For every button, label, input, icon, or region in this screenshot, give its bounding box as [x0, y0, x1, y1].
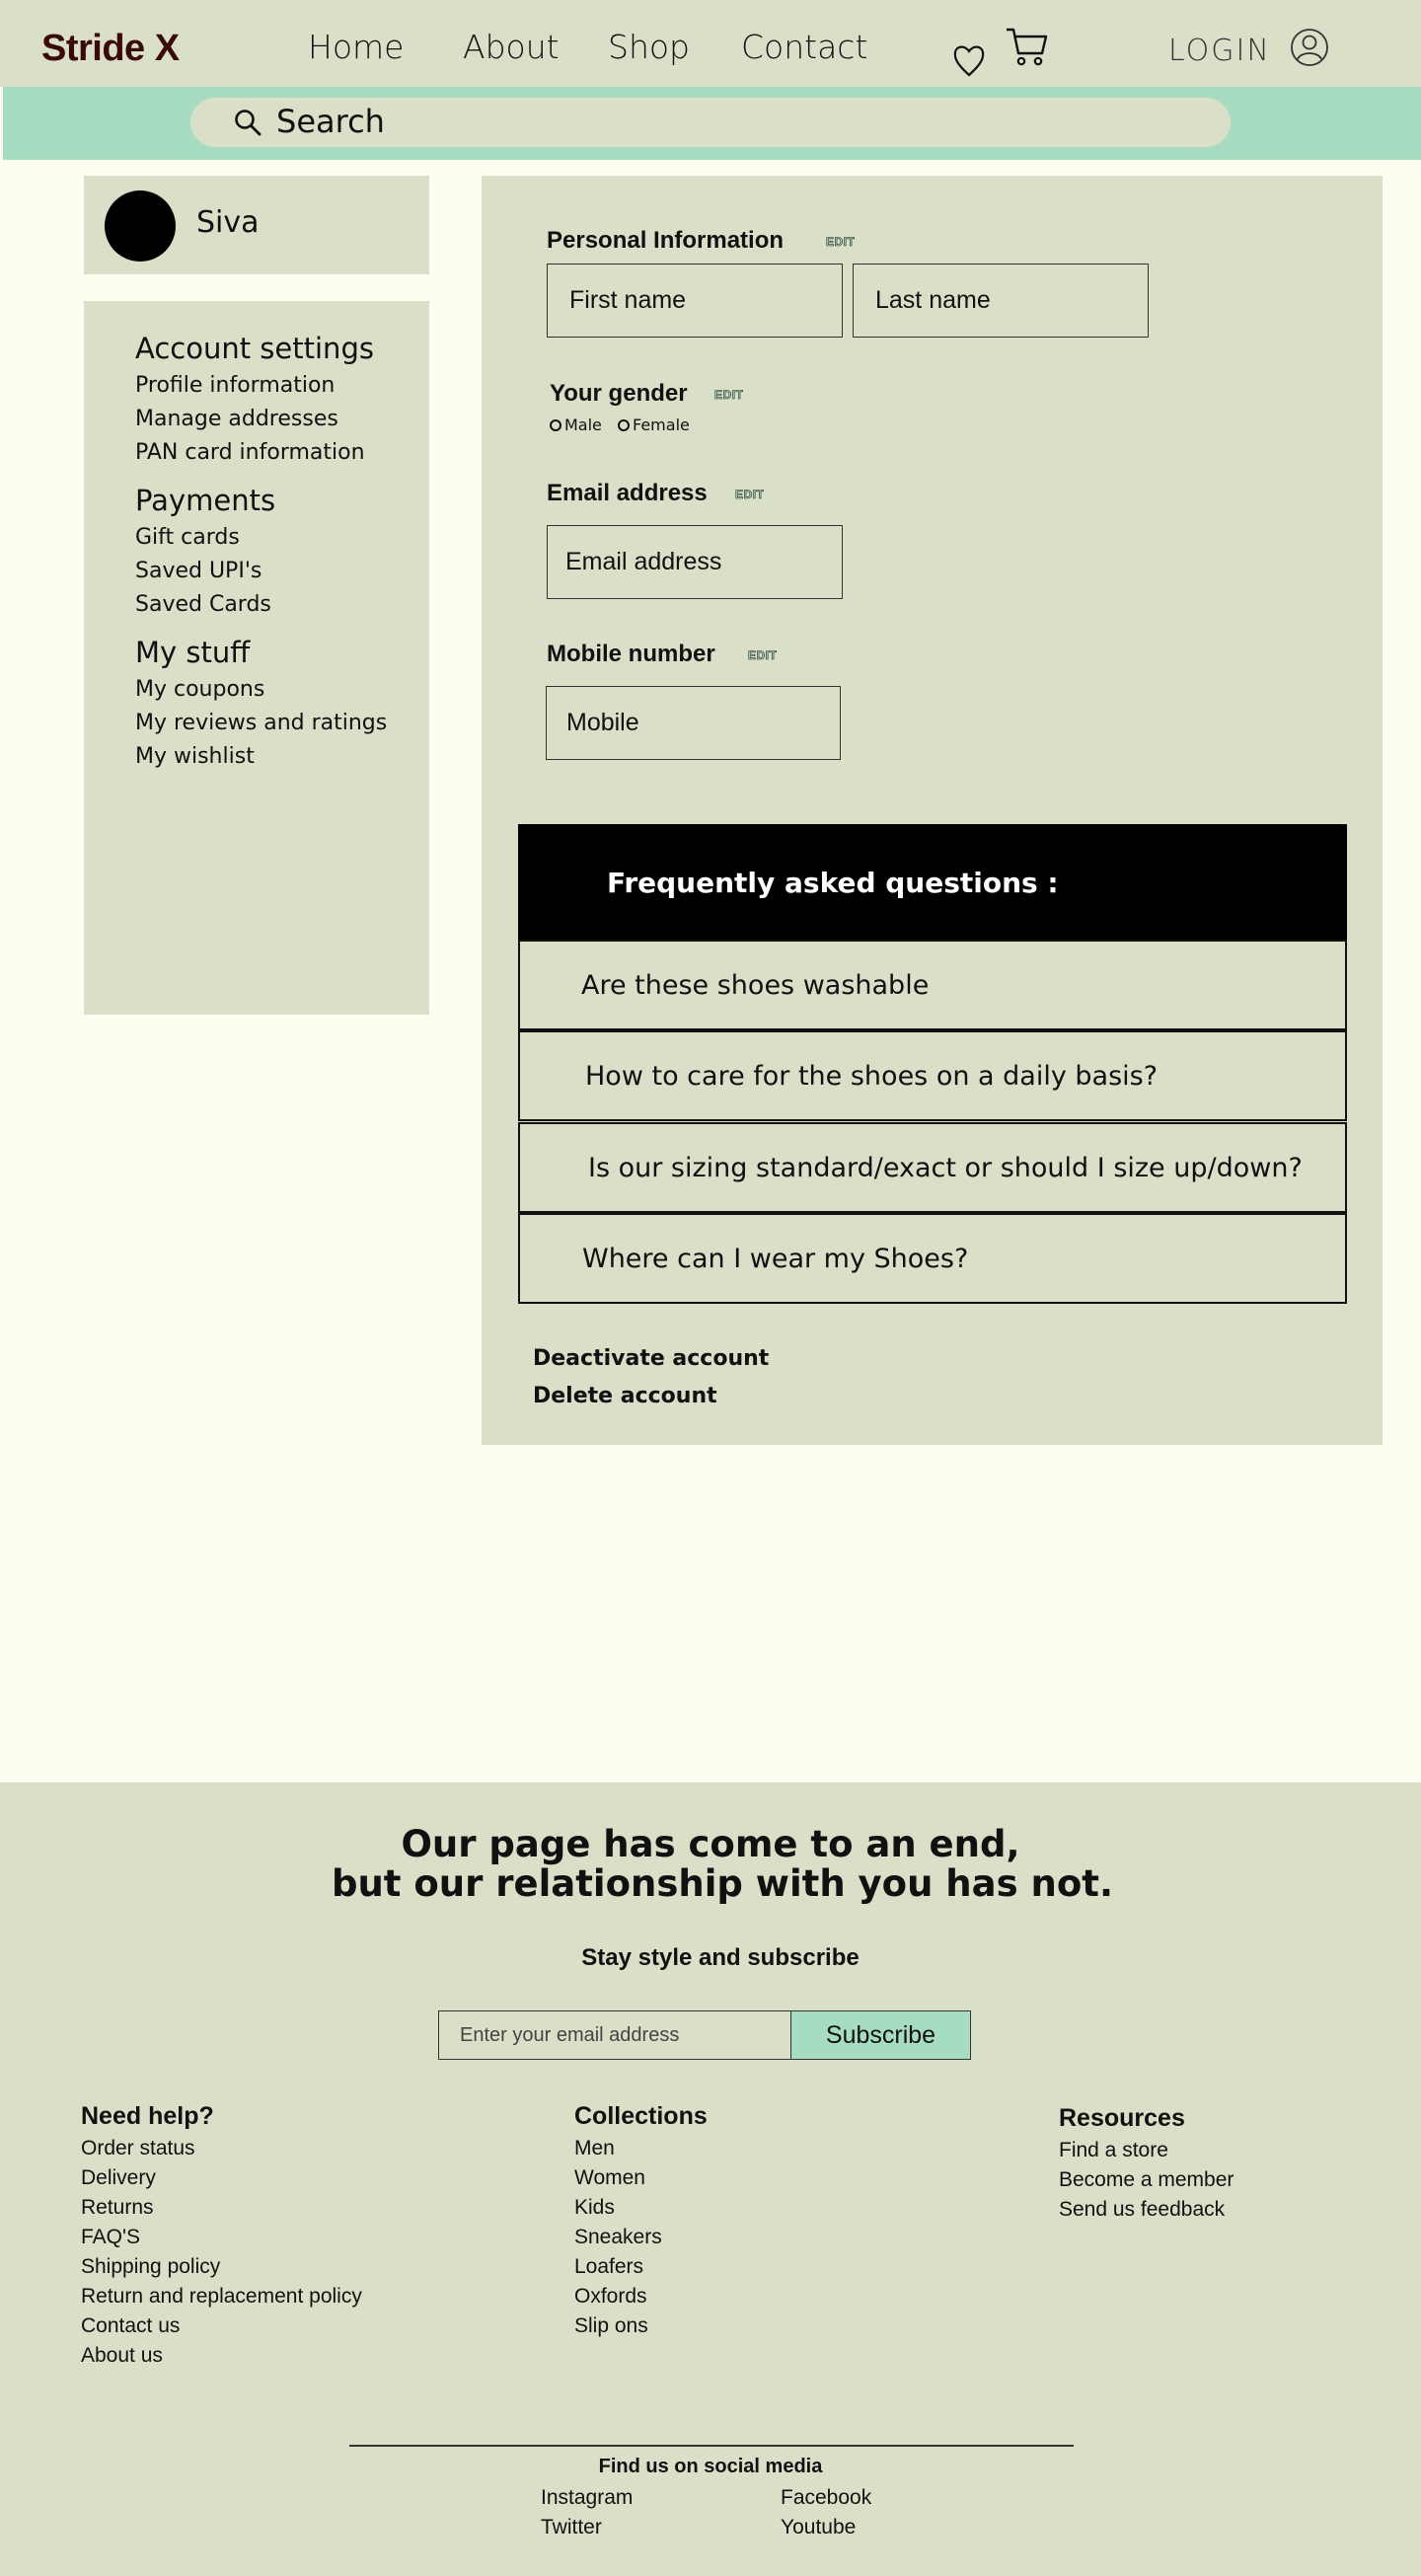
social-link-youtube[interactable]: Youtube — [781, 2516, 856, 2539]
last-name-field[interactable]: Last name — [853, 264, 1149, 338]
faq-title: Frequently asked questions : — [607, 867, 1059, 899]
email-label: Email address — [547, 480, 708, 506]
login-link[interactable]: LOGIN — [1168, 34, 1271, 68]
sidebar-heading-payments: Payments — [135, 484, 276, 517]
social-link-twitter[interactable]: Twitter — [541, 2516, 602, 2539]
footer-link[interactable]: About us — [81, 2344, 163, 2368]
faq-item[interactable]: Where can I wear my Shoes? — [518, 1213, 1347, 1304]
sidebar-item-my-wishlist[interactable]: My wishlist — [135, 744, 255, 769]
subscribe-title: Stay style and subscribe — [581, 1944, 860, 1971]
sidebar-heading-account-settings: Account settings — [135, 332, 374, 365]
user-account-icon[interactable] — [1290, 28, 1329, 67]
personal-info-label: Personal Information — [547, 227, 785, 254]
delete-account-link[interactable]: Delete account — [533, 1384, 717, 1408]
footer-divider — [349, 2445, 1074, 2447]
social-link-instagram[interactable]: Instagram — [541, 2486, 633, 2510]
footer-link[interactable]: Become a member — [1059, 2168, 1234, 2192]
deactivate-account-link[interactable]: Deactivate account — [533, 1346, 769, 1371]
mobile-field[interactable]: Mobile — [546, 686, 841, 760]
footer-link[interactable]: FAQ'S — [81, 2226, 140, 2249]
footer-link[interactable]: Find a store — [1059, 2139, 1168, 2162]
nav-home[interactable]: Home — [308, 28, 404, 66]
footer-heading-resources: Resources — [1059, 2104, 1185, 2132]
edit-email-button[interactable]: EDIT — [735, 488, 764, 502]
footer-heading-need-help: Need help? — [81, 2102, 214, 2130]
gender-male-label: Male — [564, 416, 602, 434]
newsletter-email-input[interactable]: Enter your email address — [438, 2010, 791, 2060]
gender-female-radio[interactable]: Female — [618, 416, 690, 434]
nav-contact[interactable]: Contact — [741, 28, 867, 66]
radio-circle — [550, 418, 561, 431]
footer-headline-1: Our page has come to an end, — [401, 1823, 1020, 1865]
sidebar-item-my-reviews[interactable]: My reviews and ratings — [135, 711, 387, 735]
nav-about[interactable]: About — [463, 28, 560, 66]
mobile-label: Mobile number — [547, 641, 715, 667]
footer-link[interactable]: Sneakers — [574, 2226, 662, 2249]
faq-item[interactable]: Are these shoes washable — [518, 940, 1347, 1030]
footer-heading-collections: Collections — [574, 2102, 708, 2130]
social-title: Find us on social media — [598, 2456, 823, 2477]
footer-link[interactable]: Loafers — [574, 2255, 643, 2279]
footer-link[interactable]: Oxfords — [574, 2285, 647, 2309]
footer-link[interactable]: Shipping policy — [81, 2255, 220, 2279]
first-name-field[interactable]: First name — [547, 264, 843, 338]
edit-gender-button[interactable]: EDIT — [714, 388, 743, 403]
nav-shop[interactable]: Shop — [608, 28, 690, 66]
avatar[interactable] — [105, 190, 176, 262]
edit-mobile-button[interactable]: EDIT — [748, 648, 777, 663]
wishlist-heart-icon[interactable] — [952, 39, 986, 79]
faq-item[interactable]: How to care for the shoes on a daily bas… — [518, 1030, 1347, 1121]
profile-name: Siva — [196, 205, 260, 240]
footer-link[interactable]: Return and replacement policy — [81, 2285, 362, 2309]
radio-circle — [618, 418, 630, 431]
footer-link[interactable]: Send us feedback — [1059, 2198, 1225, 2222]
search-icon[interactable] — [233, 108, 262, 137]
social-link-facebook[interactable]: Facebook — [781, 2486, 871, 2510]
gender-male-radio[interactable]: Male — [550, 416, 602, 434]
sidebar-item-profile-information[interactable]: Profile information — [135, 373, 335, 398]
email-field[interactable]: Email address — [547, 525, 843, 599]
sidebar-item-manage-addresses[interactable]: Manage addresses — [135, 407, 338, 431]
brand-logo[interactable]: Stride X — [41, 28, 180, 70]
footer-link[interactable]: Men — [574, 2137, 615, 2160]
footer-headline-2: but our relationship with you has not. — [331, 1862, 1114, 1905]
sidebar-item-my-coupons[interactable]: My coupons — [135, 677, 264, 702]
footer-link[interactable]: Order status — [81, 2137, 195, 2160]
cart-icon[interactable] — [1005, 26, 1050, 69]
sidebar-item-gift-cards[interactable]: Gift cards — [135, 525, 240, 550]
sidebar-heading-my-stuff: My stuff — [135, 636, 251, 669]
sidebar-item-saved-cards[interactable]: Saved Cards — [135, 592, 271, 617]
sidebar-item-pan-card[interactable]: PAN card information — [135, 440, 365, 465]
edit-personal-info-button[interactable]: EDIT — [826, 235, 855, 250]
search-placeholder[interactable]: Search — [276, 103, 385, 140]
sidebar-item-saved-upis[interactable]: Saved UPI's — [135, 559, 262, 583]
footer-link[interactable]: Returns — [81, 2196, 154, 2220]
footer-link[interactable]: Women — [574, 2166, 645, 2190]
footer-link[interactable]: Slip ons — [574, 2314, 648, 2338]
gender-female-label: Female — [633, 416, 690, 434]
subscribe-button[interactable]: Subscribe — [790, 2010, 971, 2060]
footer-link[interactable]: Contact us — [81, 2314, 180, 2338]
gender-label: Your gender — [550, 380, 688, 407]
faq-item[interactable]: Is our sizing standard/exact or should I… — [518, 1122, 1347, 1213]
footer-link[interactable]: Delivery — [81, 2166, 156, 2190]
footer-link[interactable]: Kids — [574, 2196, 615, 2220]
